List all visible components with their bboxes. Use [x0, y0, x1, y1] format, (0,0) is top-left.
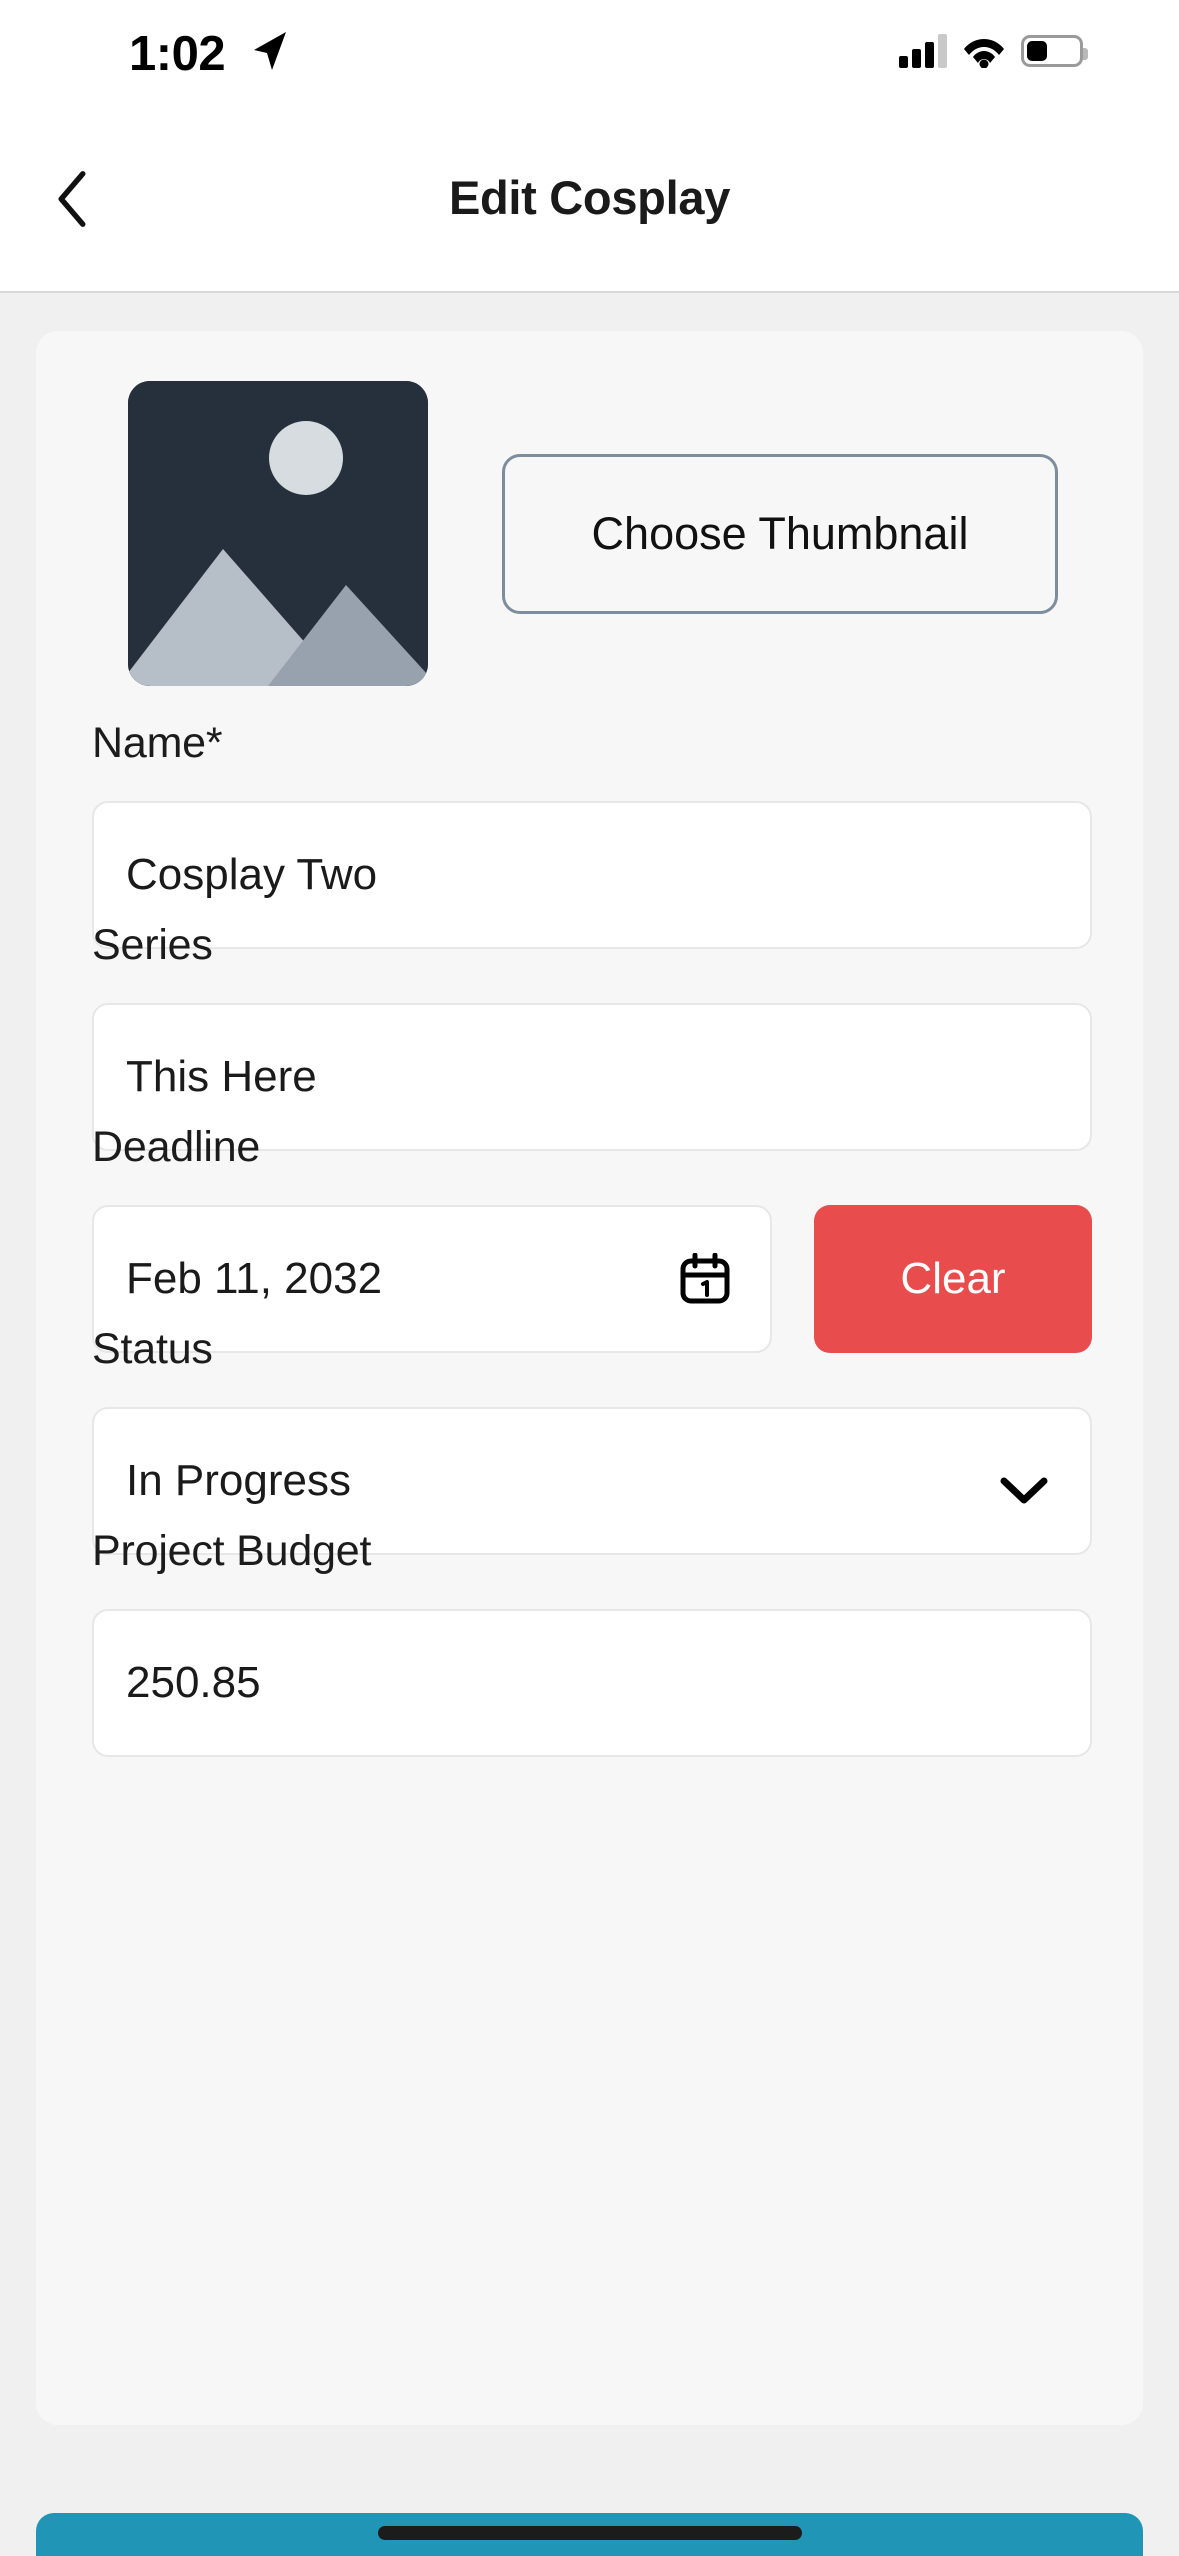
location-arrow-icon: [248, 30, 288, 72]
page-title: Edit Cosplay: [448, 171, 731, 224]
form-scroll-area: Choose Thumbnail Name* Cosplay Two Serie…: [0, 295, 1179, 2556]
cellular-signal-icon: [899, 34, 947, 68]
edit-cosplay-card: Choose Thumbnail Name* Cosplay Two Serie…: [36, 331, 1143, 2425]
field-label-name: Name*: [92, 719, 223, 767]
field-label-deadline: Deadline: [92, 1123, 261, 1171]
navigation-bar: Edit Cosplay: [0, 105, 1179, 293]
status-bar: 1:02: [0, 0, 1179, 105]
field-project-budget: Project Budget 250.85: [92, 1527, 1092, 1757]
calendar-icon[interactable]: [680, 1252, 730, 1305]
field-label-project-budget: Project Budget: [92, 1527, 372, 1575]
field-deadline: Deadline Feb 11, 2032 Clear: [92, 1123, 1092, 1353]
status-bar-time: 1:02: [129, 27, 226, 81]
field-label-series: Series: [92, 921, 213, 969]
field-series: Series This Here: [92, 921, 1092, 1151]
chevron-down-icon[interactable]: [1000, 1466, 1048, 1504]
image-placeholder-icon: [128, 381, 428, 686]
battery-icon: [1021, 35, 1088, 67]
phone-screen: 1:02 Edit Cosplay Choose Thumbnail Name*…: [0, 0, 1179, 2556]
field-label-status: Status: [92, 1325, 213, 1373]
field-name: Name* Cosplay Two: [92, 719, 1092, 949]
wifi-icon: [963, 34, 1005, 69]
deadline-value: Feb 11, 2032: [126, 1254, 383, 1303]
choose-thumbnail-button[interactable]: Choose Thumbnail: [502, 454, 1058, 614]
home-indicator[interactable]: [377, 2526, 802, 2540]
project-budget-input[interactable]: 250.85: [92, 1609, 1092, 1757]
thumbnail-row: Choose Thumbnail: [92, 381, 1092, 691]
thumbnail-preview[interactable]: [128, 381, 428, 686]
field-status: Status In Progress: [92, 1325, 1092, 1555]
status-bar-indicators: [899, 34, 1088, 69]
status-selected-value: In Progress: [126, 1456, 351, 1505]
